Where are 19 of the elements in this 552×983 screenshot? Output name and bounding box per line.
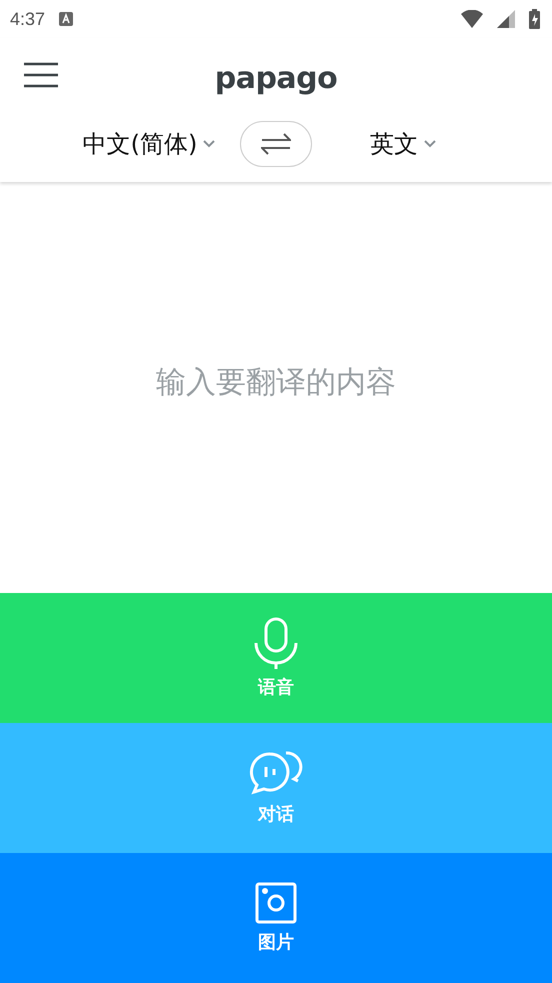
camera-frame-icon	[255, 882, 297, 924]
target-language-dropdown[interactable]: 英文	[328, 128, 478, 160]
swap-languages-button[interactable]	[240, 121, 312, 167]
chat-bubbles-icon	[248, 750, 304, 796]
wifi-icon	[461, 10, 483, 28]
signal-icon	[497, 10, 515, 28]
papago-logo: papago	[214, 60, 338, 96]
menu-icon	[24, 62, 58, 88]
mode-button[interactable]: 图片	[0, 853, 552, 983]
swap-arrows-icon	[261, 133, 291, 155]
mode-button[interactable]: 对话	[0, 723, 552, 853]
caret-icon	[203, 140, 216, 148]
status-time: 4:37	[10, 8, 46, 30]
keyboard-notification-icon	[59, 12, 74, 26]
source-language-dropdown[interactable]: 中文(简体)	[74, 128, 224, 160]
mode-button[interactable]: 语音	[0, 593, 552, 723]
microphone-icon	[253, 617, 299, 669]
battery-icon	[529, 9, 540, 29]
caret-icon	[424, 140, 436, 148]
